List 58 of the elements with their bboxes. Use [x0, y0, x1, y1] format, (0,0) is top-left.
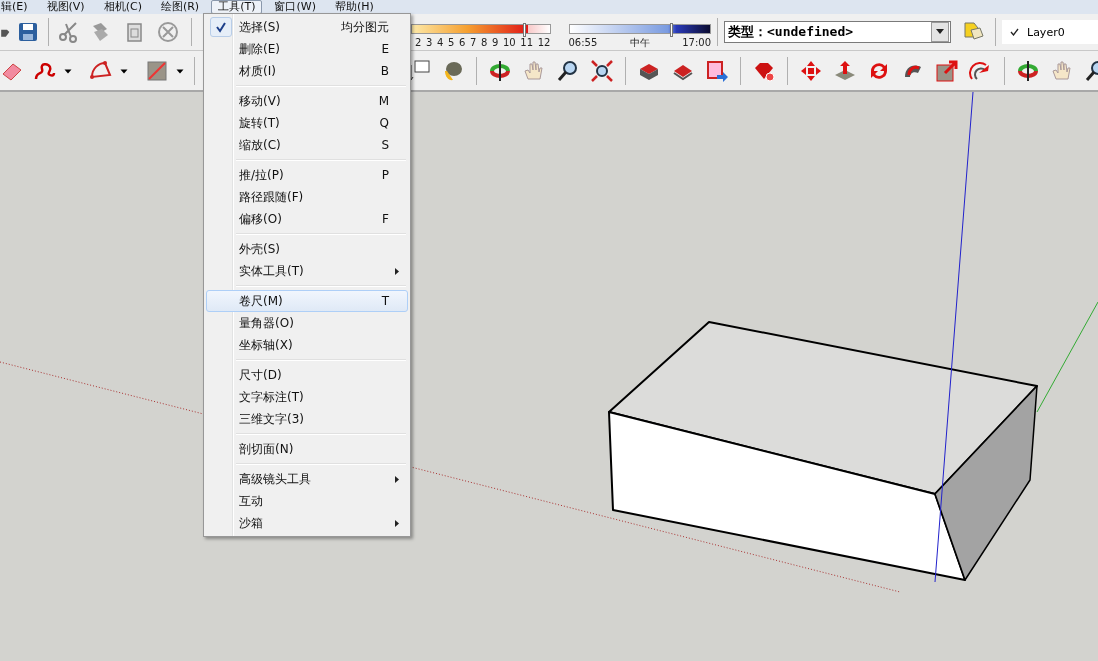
month-label: 3 — [426, 37, 433, 48]
time-label: 中午 — [629, 37, 650, 48]
share-icon[interactable] — [705, 58, 729, 83]
month-label: 5 — [448, 37, 455, 48]
slider-thumb[interactable] — [522, 23, 526, 37]
menu-item[interactable]: 三维文字(3) — [206, 408, 408, 430]
menu-item[interactable]: 坐标轴(X) — [206, 334, 408, 356]
menu-item[interactable]: 帮助(H) — [327, 0, 381, 14]
menu-item[interactable]: 尺寸(D) — [206, 364, 408, 386]
caret-icon — [936, 29, 944, 35]
month-label: 8 — [481, 37, 488, 48]
month-label: 4 — [437, 37, 444, 48]
menu-item[interactable]: 推/拉(P) P — [206, 164, 408, 186]
month-label: 7 — [470, 37, 477, 48]
menu-item[interactable]: 材质(I) B — [206, 60, 408, 82]
menu-item[interactable]: 移动(V) M — [206, 90, 408, 112]
orbit-icon[interactable] — [1016, 58, 1040, 83]
menu-item[interactable]: 删除(E) E — [206, 38, 408, 60]
month-slider[interactable] — [411, 24, 551, 34]
menu-item[interactable]: 旋转(T) Q — [206, 112, 408, 134]
month-label: 9 — [492, 37, 499, 48]
menu-item[interactable]: 偏移(O) F — [206, 208, 408, 230]
menu-item[interactable]: 卷尺(M) T — [206, 290, 408, 312]
time-label: 06:55 — [568, 37, 598, 48]
layer-dropdown[interactable]: Layer0 — [1002, 20, 1098, 44]
menu-item[interactable]: 沙箱 — [206, 512, 408, 534]
menu-item[interactable]: 相机(C) — [96, 0, 149, 14]
menu-item[interactable]: 视图(V) — [39, 0, 92, 14]
menu-item[interactable]: 窗口(W) — [267, 0, 323, 14]
menu-item[interactable]: 量角器(O) — [206, 312, 408, 334]
month-label: 11 — [520, 37, 534, 48]
zoom-extents-icon[interactable] — [590, 58, 614, 83]
time-slider[interactable] — [568, 24, 711, 34]
menu-item[interactable]: 绘图(R) — [153, 0, 207, 14]
month-label: 12 — [537, 37, 551, 48]
rectangle-icon[interactable] — [145, 58, 169, 83]
menu-item[interactable]: 实体工具(T) — [206, 260, 408, 282]
entity-type-dropdown[interactable]: 类型：<undefined> — [724, 21, 951, 43]
slider-thumb[interactable] — [670, 23, 674, 37]
menu-item[interactable]: 外壳(S) — [206, 238, 408, 260]
menu-item[interactable]: 文字标注(T) — [206, 386, 408, 408]
menu-item[interactable]: 工具(T) — [211, 0, 263, 14]
save-icon[interactable] — [16, 20, 40, 44]
month-label: 6 — [459, 37, 466, 48]
push-pull-icon[interactable] — [833, 58, 857, 83]
menu-item[interactable]: 选择(S) 均分图元 — [206, 16, 408, 38]
month-label: 10 — [503, 37, 516, 48]
menu-item[interactable]: 互动 — [206, 490, 408, 512]
orbit-icon[interactable] — [488, 58, 512, 83]
menu-item[interactable]: 缩放(C) S — [206, 134, 408, 156]
month-label: 2 — [415, 37, 422, 48]
scale-icon[interactable] — [935, 58, 959, 83]
zoom-icon[interactable] — [556, 58, 580, 83]
menu-item[interactable]: 辑(E) — [0, 0, 35, 14]
time-label: 17:00 — [682, 37, 711, 48]
menu-item[interactable]: 剖切面(N) — [206, 438, 408, 460]
menu-item[interactable]: 高级镜头工具 — [206, 468, 408, 490]
menu-item[interactable]: 路径跟随(F) — [206, 186, 408, 208]
